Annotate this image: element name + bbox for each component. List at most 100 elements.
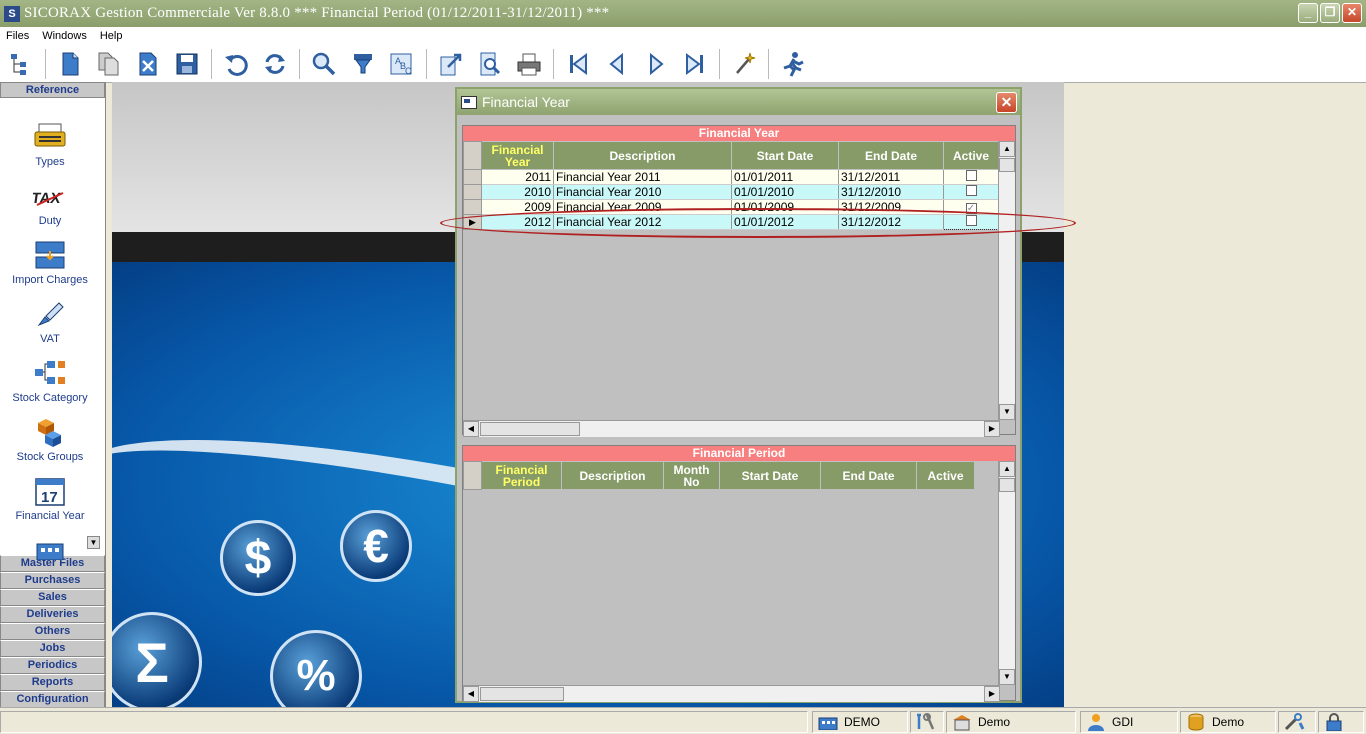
filter-icon[interactable]: [348, 49, 378, 79]
cell-year[interactable]: 2011: [481, 169, 554, 185]
cell-description[interactable]: Financial Year 2010: [553, 184, 732, 200]
cell-year[interactable]: 2010: [481, 184, 554, 200]
column-header[interactable]: Active: [916, 461, 975, 490]
minimize-button[interactable]: _: [1298, 3, 1318, 23]
menu-windows[interactable]: Windows: [42, 30, 87, 42]
row-indicator[interactable]: [463, 169, 482, 185]
nav-item-vat[interactable]: VAT: [0, 299, 100, 345]
vertical-scrollbar[interactable]: ▲ ▼: [998, 461, 1015, 685]
horizontal-scrollbar[interactable]: ◀ ▶: [463, 685, 1000, 702]
scroll-thumb[interactable]: [480, 687, 564, 701]
vertical-scrollbar[interactable]: ▲ ▼: [998, 141, 1015, 420]
column-header[interactable]: Start Date: [731, 141, 839, 170]
nav-section-purchases[interactable]: Purchases: [0, 572, 105, 589]
nav-item-partial[interactable]: [0, 535, 100, 569]
table-row[interactable]: ▶ 2012 Financial Year 2012 01/01/2012 31…: [463, 214, 999, 230]
table-row[interactable]: 2011 Financial Year 2011 01/01/2011 31/1…: [463, 169, 999, 185]
cell-start-date[interactable]: 01/01/2009: [731, 199, 839, 215]
active-checkbox[interactable]: ✓: [965, 203, 977, 214]
column-header[interactable]: Active: [943, 141, 999, 170]
scroll-down-button[interactable]: ▼: [999, 404, 1015, 420]
nav-section-deliveries[interactable]: Deliveries: [0, 606, 105, 623]
status-settings[interactable]: [1278, 711, 1316, 733]
scroll-thumb[interactable]: [999, 158, 1015, 172]
save-icon[interactable]: [172, 49, 202, 79]
column-header[interactable]: Month No: [663, 461, 720, 490]
next-record-icon[interactable]: [641, 49, 671, 79]
scroll-right-button[interactable]: ▶: [984, 421, 1000, 437]
column-header[interactable]: Financial Period: [481, 461, 562, 490]
cell-year[interactable]: 2012: [481, 214, 554, 230]
nav-section-configuration[interactable]: Configuration: [0, 691, 105, 708]
active-checkbox[interactable]: [965, 185, 977, 196]
column-header[interactable]: Start Date: [719, 461, 821, 490]
cell-end-date[interactable]: 31/12/2012: [838, 214, 944, 230]
nav-item-stock-groups[interactable]: Stock Groups: [0, 417, 100, 463]
new-document-icon[interactable]: [55, 49, 85, 79]
cell-description[interactable]: Financial Year 2009: [553, 199, 732, 215]
column-header[interactable]: Description: [553, 141, 732, 170]
scroll-up-button[interactable]: ▲: [999, 141, 1015, 157]
cell-end-date[interactable]: 31/12/2011: [838, 169, 944, 185]
nav-item-stock-category[interactable]: Stock Category: [0, 358, 100, 404]
previous-record-icon[interactable]: [602, 49, 632, 79]
scroll-up-button[interactable]: ▲: [999, 461, 1015, 477]
close-button[interactable]: ✕: [1342, 3, 1362, 23]
cell-description[interactable]: Financial Year 2012: [553, 214, 732, 230]
cell-description[interactable]: Financial Year 2011: [553, 169, 732, 185]
menu-help[interactable]: Help: [100, 30, 123, 42]
first-record-icon[interactable]: [563, 49, 593, 79]
refresh-icon[interactable]: [260, 49, 290, 79]
column-header[interactable]: End Date: [820, 461, 917, 490]
delete-icon[interactable]: [133, 49, 163, 79]
print-icon[interactable]: [514, 49, 544, 79]
scroll-down-button[interactable]: ▼: [999, 669, 1015, 685]
scroll-thumb[interactable]: [999, 478, 1015, 492]
copy-document-icon[interactable]: [94, 49, 124, 79]
dialog-close-button[interactable]: ✕: [996, 92, 1017, 113]
scroll-left-button[interactable]: ◀: [463, 421, 479, 437]
status-tools[interactable]: [910, 711, 944, 733]
horizontal-scrollbar[interactable]: ◀ ▶: [463, 420, 1000, 437]
table-row[interactable]: 2010 Financial Year 2010 01/01/2010 31/1…: [463, 184, 999, 200]
preview-icon[interactable]: [475, 49, 505, 79]
menu-files[interactable]: Files: [6, 30, 29, 42]
nav-item-types[interactable]: Types: [0, 122, 100, 168]
nav-section-others[interactable]: Others: [0, 623, 105, 640]
wizard-icon[interactable]: [729, 49, 759, 79]
scroll-thumb[interactable]: [480, 422, 580, 436]
last-record-icon[interactable]: [680, 49, 710, 79]
active-checkbox[interactable]: [965, 170, 977, 181]
nav-scroll-down-button[interactable]: ▼: [87, 536, 100, 549]
nav-section-reports[interactable]: Reports: [0, 674, 105, 691]
nav-item-duty[interactable]: TAX Duty: [0, 181, 100, 227]
nav-section-jobs[interactable]: Jobs: [0, 640, 105, 657]
scroll-left-button[interactable]: ◀: [463, 686, 479, 702]
cell-end-date[interactable]: 31/12/2009: [838, 199, 944, 215]
column-header[interactable]: Financial Year: [481, 141, 554, 170]
current-row-indicator[interactable]: ▶: [463, 214, 482, 230]
sort-icon[interactable]: ABC: [387, 49, 417, 79]
tree-icon[interactable]: [6, 49, 36, 79]
nav-header-reference[interactable]: Reference: [0, 82, 105, 98]
nav-item-financial-year[interactable]: 17 Financial Year: [0, 476, 100, 522]
cell-start-date[interactable]: 01/01/2011: [731, 169, 839, 185]
exit-icon[interactable]: [778, 49, 808, 79]
restore-button[interactable]: ❐: [1320, 3, 1340, 23]
table-row[interactable]: 2009 Financial Year 2009 01/01/2009 31/1…: [463, 199, 999, 215]
cell-start-date[interactable]: 01/01/2010: [731, 184, 839, 200]
column-header[interactable]: Description: [561, 461, 664, 490]
export-icon[interactable]: [436, 49, 466, 79]
nav-section-periodics[interactable]: Periodics: [0, 657, 105, 674]
cell-year[interactable]: 2009: [481, 199, 554, 215]
active-checkbox[interactable]: [965, 215, 977, 226]
undo-icon[interactable]: [221, 49, 251, 79]
nav-section-sales[interactable]: Sales: [0, 589, 105, 606]
column-header[interactable]: End Date: [838, 141, 944, 170]
status-lock[interactable]: [1318, 711, 1364, 733]
row-indicator[interactable]: [463, 184, 482, 200]
cell-start-date[interactable]: 01/01/2012: [731, 214, 839, 230]
scroll-right-button[interactable]: ▶: [984, 686, 1000, 702]
nav-item-import-charges[interactable]: Import Charges: [0, 240, 100, 286]
row-indicator[interactable]: [463, 199, 482, 215]
